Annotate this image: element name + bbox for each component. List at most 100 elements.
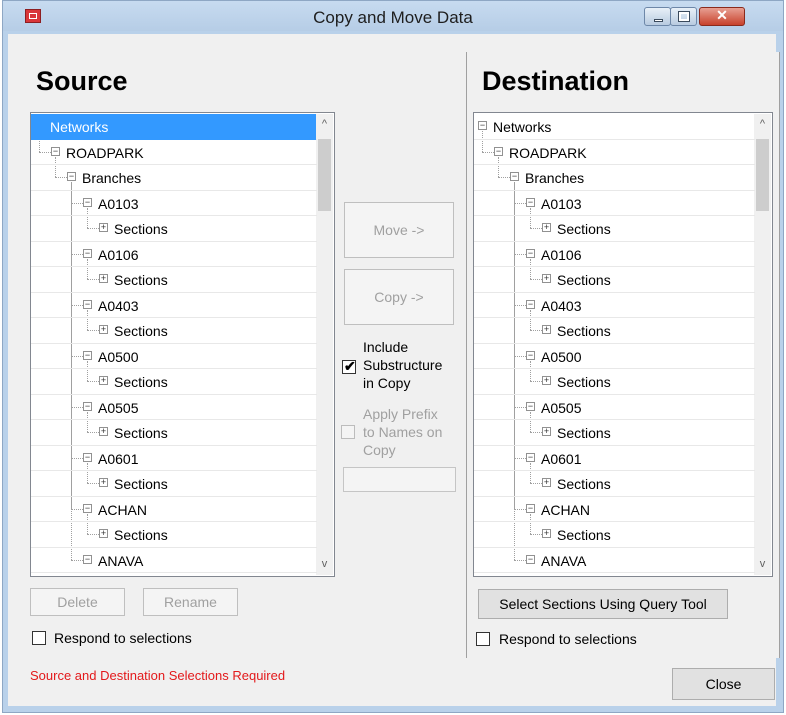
scroll-down-arrow-icon[interactable]: v <box>316 556 333 573</box>
expand-icon[interactable]: + <box>99 478 108 487</box>
tree-node[interactable]: + Sections <box>474 216 754 241</box>
tree-node[interactable]: − ROADPARK <box>474 140 754 165</box>
scroll-down-arrow-icon[interactable]: v <box>754 556 771 573</box>
tree-node[interactable]: + Sections <box>31 267 316 292</box>
expand-icon[interactable]: + <box>542 325 551 334</box>
copy-button[interactable]: Copy -> <box>344 269 454 325</box>
collapse-icon[interactable]: − <box>83 299 92 309</box>
minimize-button[interactable] <box>644 7 671 26</box>
move-button[interactable]: Move -> <box>344 202 454 258</box>
select-sections-query-tool-button[interactable]: Select Sections Using Query Tool <box>478 589 728 619</box>
expand-icon[interactable]: + <box>99 427 108 436</box>
collapse-icon[interactable]: − <box>478 121 487 130</box>
apply-prefix-label: Apply Prefix to Names on Copy <box>363 406 443 458</box>
tree-node[interactable]: + Sections <box>474 420 754 445</box>
tree-node[interactable]: + Sections <box>31 318 316 343</box>
tree-node[interactable]: + Sections <box>31 420 316 445</box>
collapse-icon[interactable]: − <box>526 197 535 207</box>
tree-node[interactable]: − A0106 <box>474 242 754 267</box>
tree-node[interactable]: + Sections <box>31 216 316 241</box>
tree-node[interactable]: −Networks <box>474 114 754 139</box>
expand-icon[interactable]: + <box>99 274 108 283</box>
expand-icon[interactable]: + <box>542 376 551 385</box>
tree-node[interactable]: − A0505 <box>474 395 754 420</box>
scrollbar-thumb[interactable] <box>756 139 769 211</box>
collapse-icon[interactable]: − <box>83 197 92 207</box>
destination-tree-view[interactable]: − Networks − ROADPARK − Branches − A0103 + Sectio… <box>473 112 773 577</box>
collapse-icon[interactable]: − <box>526 299 535 309</box>
tree-node[interactable]: − ACHAN <box>31 497 316 522</box>
collapse-icon[interactable]: − <box>83 350 92 360</box>
tree-node[interactable]: − A0403 <box>31 293 316 318</box>
tree-node[interactable]: − ANAVA <box>474 548 754 573</box>
collapse-icon[interactable]: − <box>526 248 535 258</box>
expand-icon[interactable]: + <box>542 478 551 487</box>
title-bar[interactable]: Copy and Move Data ✕ <box>3 1 783 31</box>
expand-icon[interactable]: + <box>99 529 108 538</box>
expand-icon[interactable]: + <box>542 274 551 283</box>
tree-connector-line <box>514 406 526 408</box>
delete-button[interactable]: Delete <box>30 588 125 616</box>
collapse-icon[interactable]: − <box>494 146 503 156</box>
tree-node[interactable]: − A0601 <box>31 446 316 471</box>
window-close-button[interactable]: ✕ <box>699 7 745 26</box>
scroll-up-arrow-icon[interactable]: ^ <box>754 116 771 133</box>
scrollbar-thumb[interactable] <box>318 139 331 211</box>
collapse-icon[interactable]: − <box>526 350 535 360</box>
collapse-icon[interactable]: − <box>83 554 92 564</box>
include-substructure-checkbox[interactable]: ✔ <box>342 358 356 374</box>
destination-respond-checkbox[interactable] <box>476 632 490 646</box>
apply-prefix-checkbox[interactable] <box>341 425 355 439</box>
collapse-icon[interactable]: − <box>526 503 535 513</box>
tree-node[interactable]: + Sections <box>31 369 316 394</box>
tree-node[interactable]: − A0403 <box>474 293 754 318</box>
tree-node[interactable]: − ANAVA <box>31 548 316 573</box>
tree-node[interactable]: − A0500 <box>474 344 754 369</box>
collapse-icon[interactable]: − <box>526 452 535 462</box>
expand-icon[interactable]: + <box>99 325 108 334</box>
tree-node[interactable]: + Sections <box>474 522 754 547</box>
tree-node[interactable]: − A0106 <box>31 242 316 267</box>
collapse-icon[interactable]: − <box>526 401 535 411</box>
maximize-button[interactable] <box>670 7 697 26</box>
expand-icon[interactable]: + <box>542 427 551 436</box>
tree-node[interactable]: − A0103 <box>31 191 316 216</box>
source-respond-checkbox[interactable] <box>32 631 46 645</box>
tree-node[interactable]: − A0505 <box>31 395 316 420</box>
tree-node[interactable]: −Networks <box>31 114 316 140</box>
tree-node[interactable]: + Sections <box>31 522 316 547</box>
collapse-icon[interactable]: − <box>526 554 535 564</box>
tree-node[interactable]: + Sections <box>474 369 754 394</box>
tree-node[interactable]: − ACHAN <box>474 497 754 522</box>
collapse-icon[interactable]: − <box>83 503 92 513</box>
tree-node[interactable]: + Sections <box>474 318 754 343</box>
tree-node[interactable]: + Sections <box>31 471 316 496</box>
expand-icon[interactable]: + <box>542 529 551 538</box>
collapse-icon[interactable]: − <box>83 401 92 411</box>
tree-node[interactable]: − A0500 <box>31 344 316 369</box>
source-tree-view[interactable]: −Networks−ROADPARK−Branches−A0103+Sectio… <box>30 112 335 577</box>
tree-connector-line <box>87 330 99 331</box>
destination-tree-scrollbar[interactable]: ^ v <box>754 114 771 575</box>
tree-node[interactable]: − A0103 <box>474 191 754 216</box>
expand-icon[interactable]: + <box>542 223 551 232</box>
expand-icon[interactable]: + <box>99 376 108 385</box>
collapse-icon[interactable]: − <box>67 172 76 181</box>
tree-node[interactable]: + Sections <box>474 267 754 292</box>
tree-node[interactable]: − A0601 <box>474 446 754 471</box>
tree-node[interactable]: − ROADPARK <box>31 140 316 165</box>
collapse-icon[interactable]: − <box>510 172 519 181</box>
tree-connector-line <box>39 151 51 153</box>
tree-node[interactable]: − Branches <box>31 165 316 190</box>
collapse-icon[interactable]: − <box>83 452 92 462</box>
prefix-input[interactable] <box>343 467 456 492</box>
expand-icon[interactable]: + <box>99 223 108 232</box>
close-button[interactable]: Close <box>672 668 775 700</box>
scroll-up-arrow-icon[interactable]: ^ <box>316 116 333 133</box>
tree-node[interactable]: − Branches <box>474 165 754 190</box>
source-tree-scrollbar[interactable]: ^ v <box>316 114 333 575</box>
collapse-icon[interactable]: − <box>83 248 92 258</box>
rename-button[interactable]: Rename <box>143 588 238 616</box>
collapse-icon[interactable]: − <box>51 146 60 156</box>
tree-node[interactable]: + Sections <box>474 471 754 496</box>
